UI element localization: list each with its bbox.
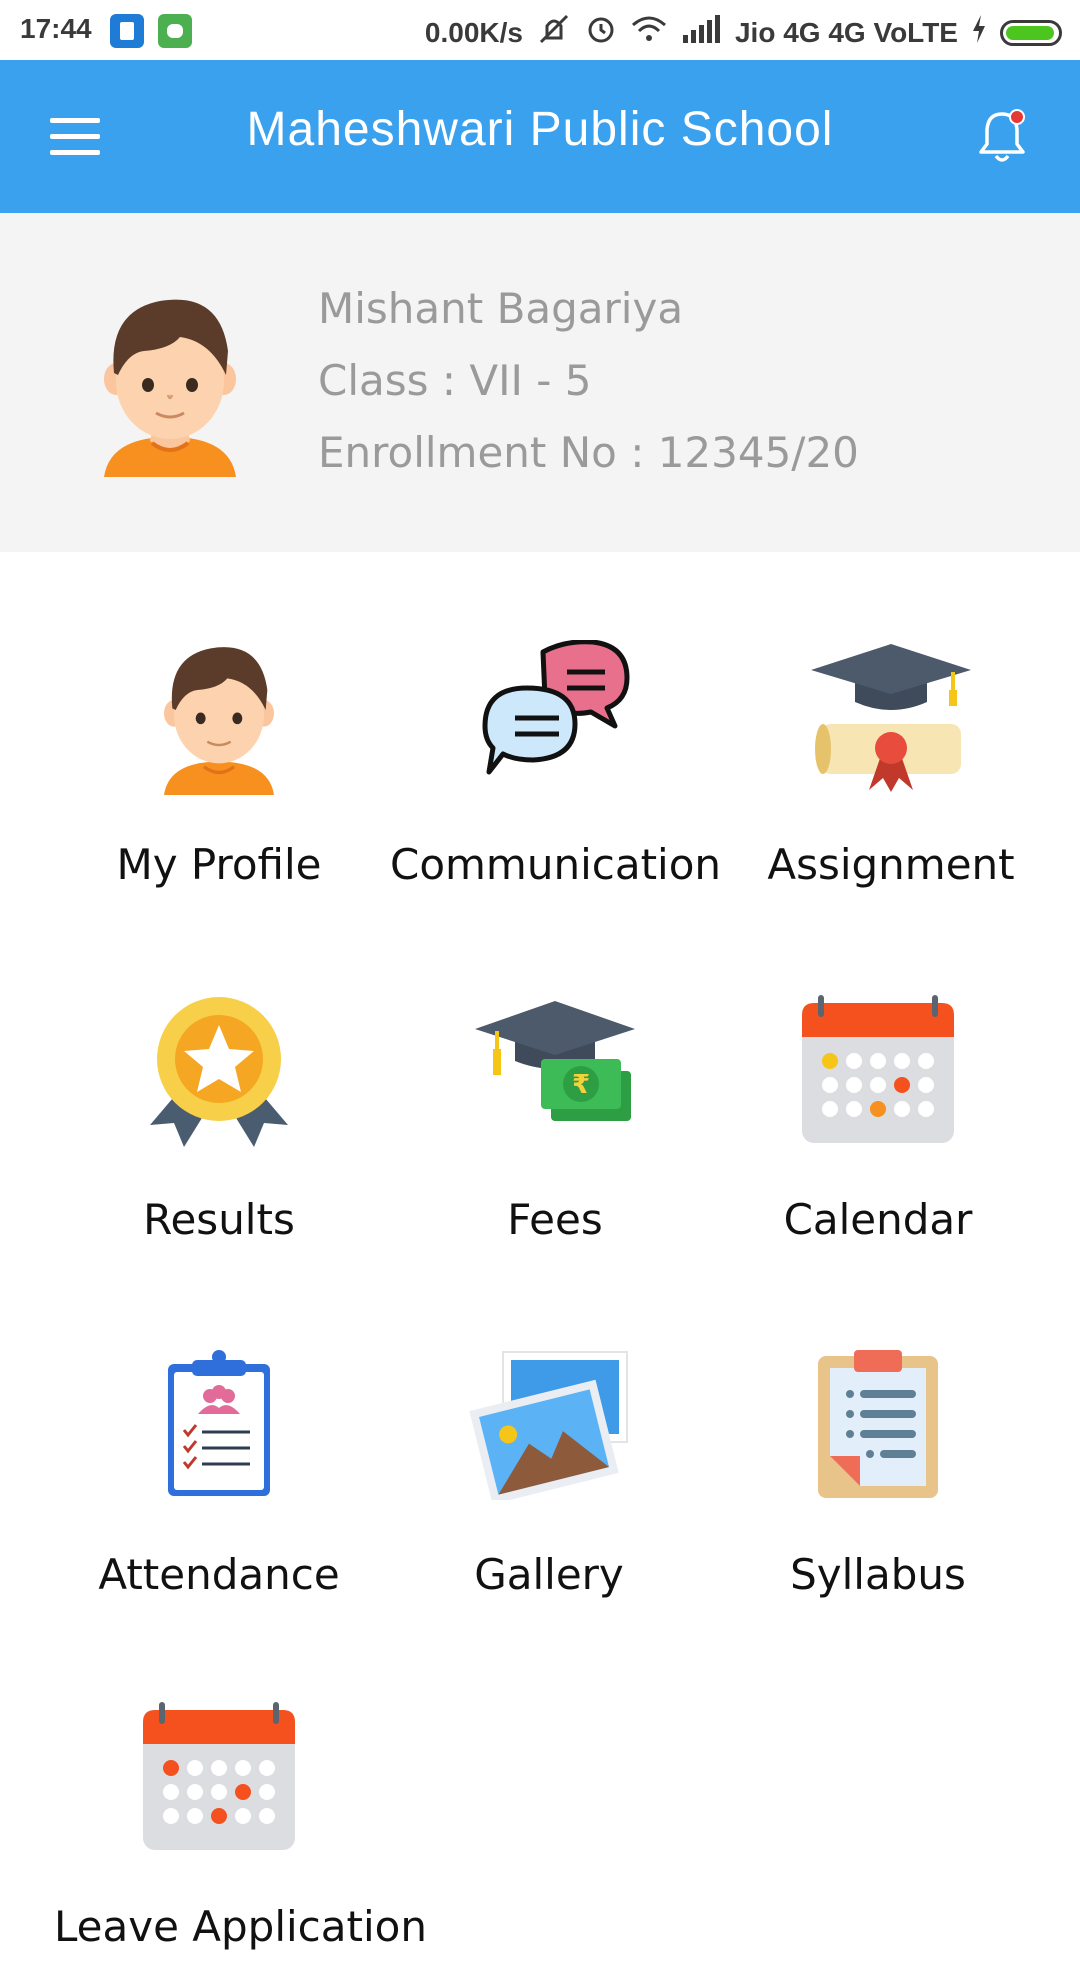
student-enrollment: Enrollment No : 12345/20	[318, 428, 859, 477]
menu-label: Assignment	[767, 840, 1015, 889]
menu-label: Syllabus	[790, 1550, 966, 1599]
notification-android-icon	[158, 14, 192, 48]
menu-tile-calendar[interactable]: Calendar	[713, 995, 1043, 1255]
menu-label: Gallery	[474, 1550, 624, 1599]
cap-money-icon: ₹	[390, 995, 720, 1150]
award-medal-icon	[54, 995, 384, 1150]
graduation-cap-diploma-icon	[726, 640, 1056, 795]
photos-icon	[384, 1350, 714, 1500]
carrier-label: Jio 4G 4G VoLTE	[734, 16, 958, 48]
menu-tile-assignment[interactable]: Assignment	[726, 640, 1056, 900]
menu-tile-syllabus[interactable]: Syllabus	[713, 1350, 1043, 1610]
menu-label: Attendance	[98, 1550, 340, 1599]
menu-tile-my-profile[interactable]: My Profile	[54, 640, 384, 900]
menu-label: My Profile	[116, 840, 322, 889]
student-profile-header: Mishant Bagariya Class : VII - 5 Enrollm…	[0, 213, 1080, 552]
net-speed: 0.00K/s	[424, 16, 523, 48]
menu-label: Results	[143, 1195, 295, 1244]
menu-tile-results[interactable]: Results	[54, 995, 384, 1255]
menu-tile-communication[interactable]: Communication	[390, 640, 722, 900]
menu-tile-leave-application[interactable]: Leave Application	[54, 1702, 427, 1962]
menu-tile-fees[interactable]: ₹ Fees	[390, 995, 720, 1255]
battery-icon	[1000, 19, 1062, 46]
chat-bubbles-icon	[390, 640, 720, 790]
menu-label: Calendar	[783, 1195, 973, 1244]
calendar-leave-icon	[54, 1702, 384, 1852]
document-list-icon	[713, 1350, 1043, 1500]
menu-label: Leave Application	[54, 1902, 427, 1951]
menu-label: Fees	[507, 1195, 603, 1244]
status-bar: 17:44 0.00K/s Jio 4G 4G VoLTE	[0, 0, 1080, 60]
menu-label: Communication	[390, 840, 722, 889]
charging-bolt-icon	[972, 15, 986, 50]
notification-bell-icon[interactable]	[976, 108, 1028, 166]
signal-icon	[681, 15, 721, 50]
student-class: Class : VII - 5	[318, 356, 592, 405]
student-name: Mishant Bagariya	[318, 284, 684, 333]
app-bar: Maheshwari Public School	[0, 60, 1080, 213]
boy-avatar-icon	[54, 640, 384, 795]
calendar-icon	[713, 995, 1043, 1145]
menu-tile-attendance[interactable]: Attendance	[54, 1350, 384, 1610]
svg-text:₹: ₹	[572, 1070, 590, 1100]
wifi-icon	[631, 15, 667, 50]
status-right-cluster: 0.00K/s Jio 4G 4G VoLTE	[425, 13, 1062, 52]
clipboard-checklist-icon	[54, 1350, 384, 1498]
menu-tile-gallery[interactable]: Gallery	[384, 1350, 714, 1610]
status-time: 17:44	[20, 13, 92, 44]
mute-icon	[537, 14, 571, 51]
alarm-icon	[585, 13, 617, 52]
student-avatar-icon	[100, 291, 240, 477]
app-title: Maheshwari Public School	[246, 103, 834, 156]
notification-app-icon	[110, 14, 144, 48]
